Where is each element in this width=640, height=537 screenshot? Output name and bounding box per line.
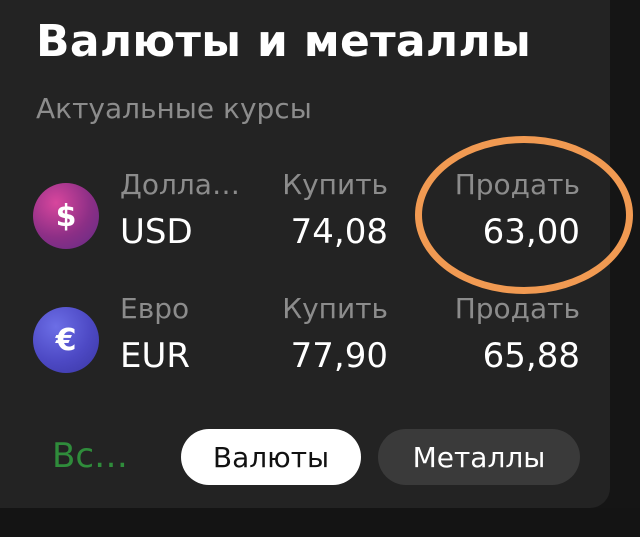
euro-sign-icon: € (33, 307, 99, 373)
rate-row-eur[interactable]: € Евро EUR Купить 77,90 Продать 65,88 (0, 290, 610, 390)
currency-name: Долла… (120, 168, 240, 201)
all-rates-link[interactable]: Вс… (52, 436, 128, 476)
sell-label: Продать (454, 168, 580, 201)
dollar-glyph: $ (55, 198, 77, 234)
sell-value: 63,00 (482, 212, 580, 252)
currency-name: Евро (120, 292, 190, 325)
euro-glyph: € (55, 322, 77, 358)
currency-rates-widget: Валюты и металлы Актуальные курсы $ Долл… (0, 0, 610, 508)
buy-value: 74,08 (290, 212, 388, 252)
sell-value: 65,88 (482, 336, 580, 376)
buy-label: Купить (282, 168, 388, 201)
tab-currencies[interactable]: Валюты (181, 429, 361, 485)
currency-code: USD (120, 212, 193, 252)
rate-row-usd[interactable]: $ Долла… USD Купить 74,08 Продать 63,00 (0, 166, 610, 266)
currency-code: EUR (120, 336, 190, 376)
buy-value: 77,90 (290, 336, 388, 376)
widget-title: Валюты и металлы (36, 16, 532, 67)
sell-label: Продать (454, 292, 580, 325)
dollar-sign-icon: $ (33, 183, 99, 249)
widget-subtitle: Актуальные курсы (36, 92, 312, 125)
background-strip (0, 508, 640, 537)
tab-metals[interactable]: Металлы (378, 429, 580, 485)
buy-label: Купить (282, 292, 388, 325)
